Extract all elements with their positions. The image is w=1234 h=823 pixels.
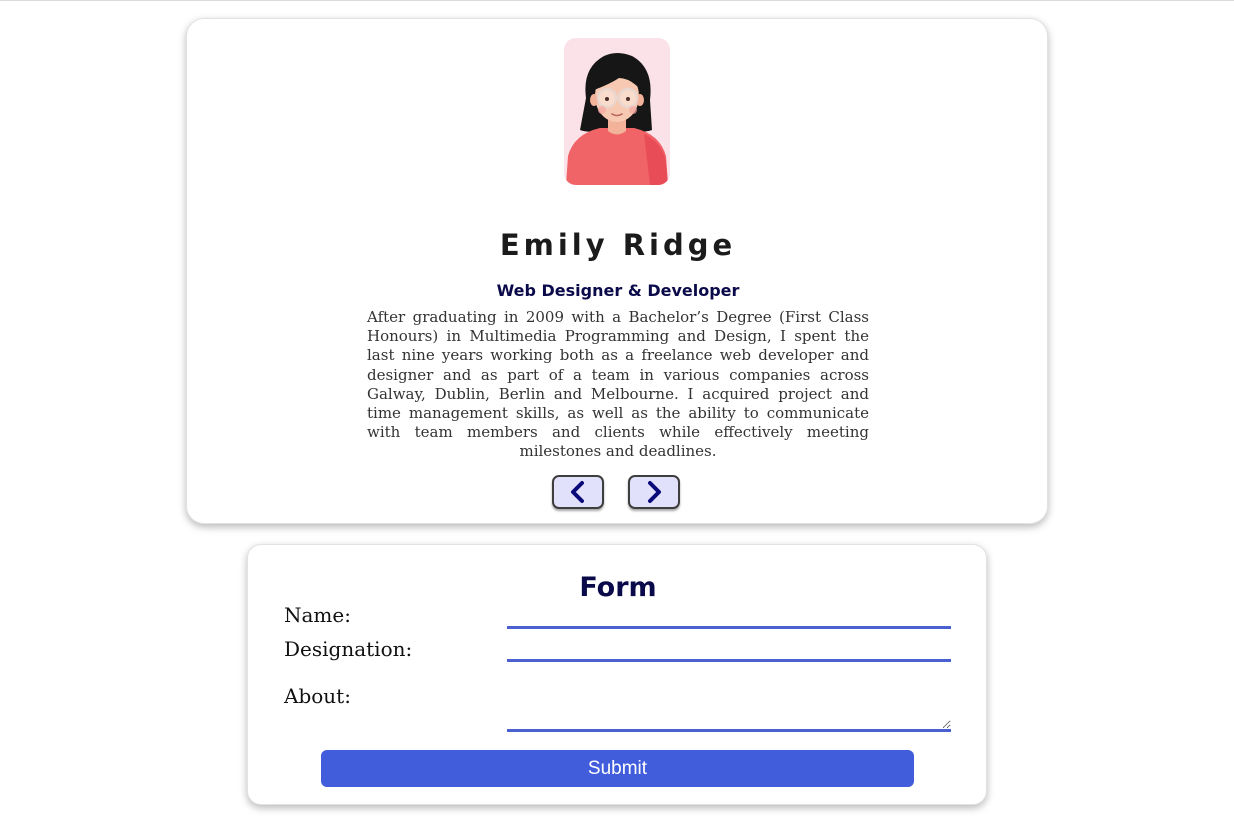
designation-input[interactable] xyxy=(507,636,951,662)
next-profile-button[interactable] xyxy=(628,475,680,509)
avatar xyxy=(564,38,670,185)
chevron-right-icon xyxy=(648,481,661,503)
submit-button[interactable]: Submit xyxy=(321,750,914,787)
profile-card: Emily Ridge Web Designer & Developer Aft… xyxy=(186,18,1048,524)
form-card: Form Name: Designation: About: Submit xyxy=(247,544,987,805)
name-input[interactable] xyxy=(507,603,951,629)
form-title: Form xyxy=(579,572,657,604)
previous-profile-button[interactable] xyxy=(552,475,604,509)
top-divider xyxy=(0,0,1234,1)
designation-label: Designation: xyxy=(284,637,413,661)
about-textarea[interactable] xyxy=(507,679,951,732)
profile-name: Emily Ridge xyxy=(499,228,737,263)
profile-role: Web Designer & Developer xyxy=(496,281,740,301)
woman-with-glasses-avatar-icon xyxy=(564,38,670,185)
name-label: Name: xyxy=(284,603,351,627)
chevron-left-icon xyxy=(571,481,584,503)
about-label: About: xyxy=(284,684,351,708)
profile-bio: After graduating in 2009 with a Bachelor… xyxy=(367,308,869,461)
